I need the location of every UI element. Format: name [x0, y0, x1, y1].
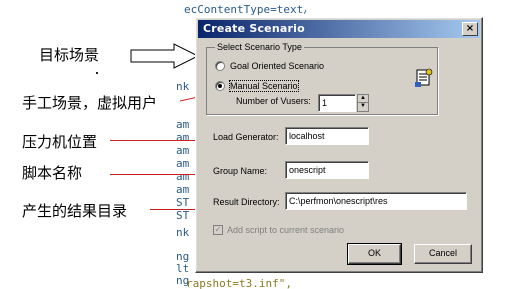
- create-scenario-dialog: Create Scenario × Select Scenario Type G…: [195, 17, 483, 273]
- code-line: nk: [176, 226, 190, 239]
- code-line: ST: [176, 196, 190, 209]
- dialog-title: Create Scenario: [203, 22, 305, 35]
- number-of-vusers-label: Number of Vusers:: [236, 96, 311, 106]
- add-script-checkbox[interactable]: ✓: [213, 225, 223, 235]
- annotation-target-scenario: 目标场景: [39, 46, 100, 64]
- code-line: am: [176, 183, 190, 196]
- code-line: ecContentType=text/html",: [184, 3, 306, 16]
- annotation-load-generator: 压力机位置: [22, 133, 98, 151]
- goal-oriented-radio[interactable]: [215, 61, 225, 71]
- number-of-vusers-input[interactable]: 1: [318, 94, 356, 112]
- code-line: am: [176, 157, 190, 170]
- code-line: am: [176, 131, 190, 144]
- manual-scenario-radio[interactable]: [215, 81, 225, 91]
- vusers-spinner[interactable]: ▲ ▼: [357, 94, 369, 112]
- scenario-type-group-title: Select Scenario Type: [215, 42, 304, 52]
- close-icon: ×: [465, 23, 475, 34]
- group-name-input[interactable]: onescript: [285, 161, 369, 179]
- spin-up-icon[interactable]: ▲: [358, 95, 368, 103]
- scenario-type-group: Select Scenario Type Goal Oriented Scena…: [206, 42, 438, 115]
- result-directory-label: Result Directory:: [213, 197, 280, 207]
- result-directory-input[interactable]: C:\perfmon\onescript\res: [285, 192, 467, 210]
- outline-arrow-icon: [130, 43, 200, 69]
- code-line: rapshot=t3.inf",: [186, 277, 292, 289]
- code-line: am: [176, 170, 190, 183]
- code-line: am: [176, 118, 190, 131]
- ok-button[interactable]: OK: [347, 243, 402, 265]
- annotation-result-directory: 产生的结果目录: [22, 202, 128, 220]
- stray-dot: [96, 72, 98, 74]
- spin-down-icon[interactable]: ▼: [358, 103, 368, 111]
- scenario-wizard-icon: [415, 68, 433, 87]
- load-generator-input[interactable]: localhost: [285, 127, 369, 145]
- annotation-manual-scenario: 手工场景，虚拟用户: [22, 94, 158, 112]
- load-generator-label: Load Generator:: [213, 132, 279, 142]
- code-line: am: [176, 144, 190, 157]
- annotation-script-name: 脚本名称: [22, 164, 83, 182]
- close-button[interactable]: ×: [462, 22, 478, 36]
- group-name-label: Group Name:: [213, 166, 268, 176]
- dialog-title-bar[interactable]: Create Scenario ×: [198, 20, 480, 38]
- add-script-label: Add script to current scenario: [227, 225, 345, 235]
- code-line: ST: [176, 209, 190, 222]
- cancel-button[interactable]: Cancel: [414, 244, 472, 264]
- goal-oriented-label[interactable]: Goal Oriented Scenario: [230, 61, 324, 71]
- manual-scenario-label[interactable]: Manual Scenario: [229, 80, 299, 92]
